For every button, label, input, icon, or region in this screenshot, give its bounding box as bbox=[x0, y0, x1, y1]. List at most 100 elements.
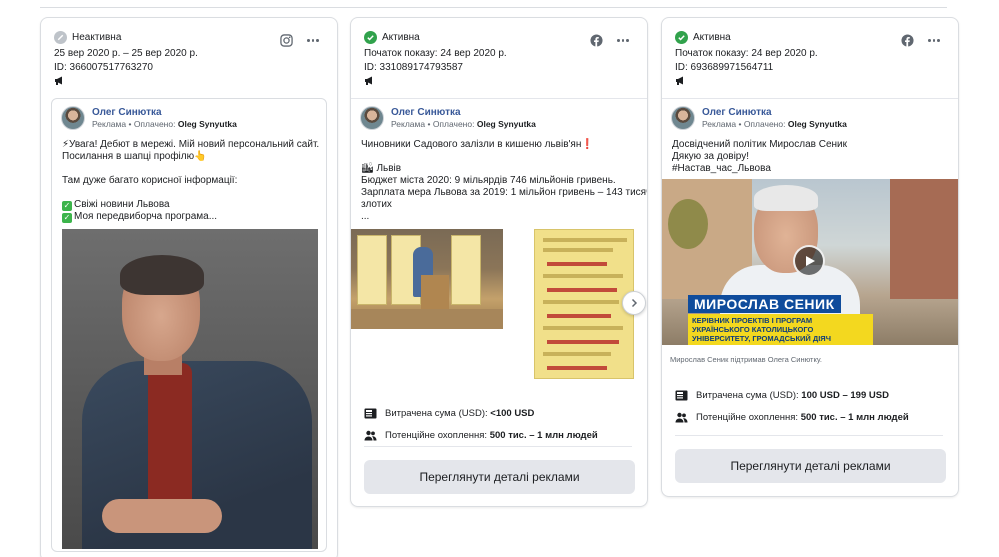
carousel-image-1[interactable] bbox=[351, 229, 503, 329]
view-ad-details-button[interactable]: Переглянути деталі реклами bbox=[675, 449, 946, 483]
ad-text-line: ⚡Увага! Дебют в мережі. Мій новий персон… bbox=[62, 139, 320, 150]
ad-text-line: Там дуже багато корисної інформації: bbox=[62, 175, 238, 186]
play-icon bbox=[806, 256, 815, 266]
ad-id: ID: 693689971564711 bbox=[675, 62, 774, 73]
page-name-link[interactable]: Олег Синютка bbox=[391, 107, 536, 119]
avatar[interactable] bbox=[671, 106, 695, 130]
megaphone-icon bbox=[676, 76, 683, 85]
money-icon bbox=[364, 408, 377, 418]
checkmark-icon: ✓ bbox=[62, 213, 72, 223]
reach-label: Потенційне охоплення: bbox=[385, 429, 488, 441]
payer-name: Oleg Synyutka bbox=[476, 118, 536, 129]
payer-name: Oleg Synyutka bbox=[177, 118, 237, 129]
status-row: Активна bbox=[364, 31, 420, 44]
more-options-icon[interactable] bbox=[928, 39, 941, 43]
active-status-icon bbox=[675, 31, 688, 44]
paid-by-label: Оплачено: bbox=[432, 118, 475, 129]
checkmark-icon: ✓ bbox=[62, 201, 72, 211]
status-label: Активна bbox=[693, 32, 731, 43]
ad-preview: Олег Синютка Реклама • Оплачено: Oleg Sy… bbox=[351, 98, 648, 388]
paid-by-label: Оплачено: bbox=[743, 118, 786, 129]
avatar[interactable] bbox=[360, 106, 384, 130]
page-header: Олег Синютка Реклама • Оплачено: Oleg Sy… bbox=[360, 106, 536, 130]
more-options-icon[interactable] bbox=[617, 39, 630, 43]
ad-stats: Витрачена сума (USD): 100 USD – 199 USD … bbox=[675, 384, 909, 428]
checklist-item: ✓ Свіжі новини Львова bbox=[62, 199, 318, 211]
spend-value: 100 USD – 199 USD bbox=[801, 389, 889, 401]
ad-video[interactable]: МИРОСЛАВ СЕНИК КЕРІВНИК ПРОЕКТІВ І ПРОГР… bbox=[662, 179, 958, 345]
ad-text: ⚡Увага! Дебют в мережі. Мій новий персон… bbox=[62, 139, 320, 223]
ad-card-3: Активна Початок показу: 24 вер 2020 р. I… bbox=[661, 17, 959, 497]
page-header: Олег Синютка Реклама • Оплачено: Oleg Sy… bbox=[61, 106, 237, 130]
divider bbox=[364, 446, 632, 447]
more-options-icon[interactable] bbox=[307, 39, 320, 43]
facebook-icon bbox=[901, 34, 914, 47]
spend-label: Витрачена сума (USD): bbox=[385, 407, 488, 419]
ad-text-line: ... bbox=[361, 211, 370, 222]
ad-id: ID: 331089174793587 bbox=[364, 62, 463, 73]
ad-stats: Витрачена сума (USD): <100 USD Потенційн… bbox=[364, 402, 598, 446]
page-name-link[interactable]: Олег Синютка bbox=[92, 107, 237, 119]
sponsored-line: Реклама • Оплачено: Oleg Synyutka bbox=[702, 118, 847, 129]
ad-text-line: Досвідчений політик Мирослав Сеник bbox=[672, 139, 847, 150]
ad-card-1: Неактивна 25 вер 2020 р. – 25 вер 2020 р… bbox=[40, 17, 338, 557]
reach-row: Потенційне охоплення: 500 тис. – 1 млн л… bbox=[364, 424, 598, 446]
video-banner: МИРОСЛАВ СЕНИК КЕРІВНИК ПРОЕКТІВ І ПРОГР… bbox=[688, 295, 873, 345]
facebook-icon bbox=[590, 34, 603, 47]
divider bbox=[675, 435, 943, 436]
carousel-next-button[interactable] bbox=[622, 291, 646, 315]
video-caption: Мирослав Сеник підтримав Олега Синютку. bbox=[670, 355, 822, 364]
spend-row: Витрачена сума (USD): <100 USD bbox=[364, 402, 598, 424]
checklist-item: ✓ Моя передвиборча програма... bbox=[62, 211, 318, 223]
megaphone-icon bbox=[365, 76, 372, 85]
status-row: Активна bbox=[675, 31, 731, 44]
ad-dates: Початок показу: 24 вер 2020 р. bbox=[364, 48, 507, 59]
people-icon bbox=[675, 412, 688, 422]
avatar[interactable] bbox=[61, 106, 85, 130]
status-label: Неактивна bbox=[72, 32, 122, 43]
page-name-link[interactable]: Олег Синютка bbox=[702, 107, 847, 119]
payer-name: Oleg Synyutka bbox=[787, 118, 847, 129]
ad-card-2: Активна Початок показу: 24 вер 2020 р. I… bbox=[350, 17, 648, 507]
active-status-icon bbox=[364, 31, 377, 44]
ad-text-line: 🏙 Львів bbox=[361, 163, 402, 174]
video-banner-name: МИРОСЛАВ СЕНИК bbox=[688, 295, 841, 313]
status-row: Неактивна bbox=[54, 31, 121, 44]
view-ad-details-button[interactable]: Переглянути деталі реклами bbox=[364, 460, 635, 494]
checklist-text: Моя передвиборча програма... bbox=[74, 211, 218, 222]
carousel-image-2[interactable] bbox=[534, 229, 634, 379]
people-icon bbox=[364, 430, 377, 440]
megaphone-icon bbox=[55, 76, 62, 85]
sponsored-label: Реклама bbox=[92, 118, 127, 129]
top-divider bbox=[40, 7, 947, 8]
spend-row: Витрачена сума (USD): 100 USD – 199 USD bbox=[675, 384, 909, 406]
ad-id: ID: 366007517763270 bbox=[54, 62, 153, 73]
ad-dates: 25 вер 2020 р. – 25 вер 2020 р. bbox=[54, 48, 198, 59]
sponsored-line: Реклама • Оплачено: Oleg Synyutka bbox=[92, 118, 237, 129]
sponsored-label: Реклама bbox=[391, 118, 426, 129]
reach-label: Потенційне охоплення: bbox=[696, 411, 799, 423]
ad-text-line: Посилання в шапці профілю👆 bbox=[62, 151, 207, 162]
checklist-text: Свіжі новини Львова bbox=[74, 199, 170, 210]
reach-row: Потенційне охоплення: 500 тис. – 1 млн л… bbox=[675, 406, 909, 428]
sponsored-line: Реклама • Оплачено: Oleg Synyutka bbox=[391, 118, 536, 129]
reach-value: 500 тис. – 1 млн людей bbox=[489, 429, 598, 441]
spend-value: <100 USD bbox=[490, 407, 535, 419]
ad-preview: Олег Синютка Реклама • Оплачено: Oleg Sy… bbox=[51, 98, 327, 552]
instagram-icon bbox=[280, 34, 293, 47]
ad-text-line: Бюджет міста 2020: 9 мільярдів 746 мільй… bbox=[361, 175, 616, 186]
status-label: Активна bbox=[382, 32, 420, 43]
sponsored-label: Реклама bbox=[702, 118, 737, 129]
ad-text: Чиновники Садового залізли в кишеню льві… bbox=[361, 139, 648, 223]
paid-by-label: Оплачено: bbox=[133, 118, 176, 129]
ad-text-line: Зарплата мера Львова за 2019: 1 мільйон … bbox=[361, 187, 648, 198]
play-button[interactable] bbox=[793, 245, 825, 277]
ad-text-line: злотих bbox=[361, 199, 392, 210]
money-icon bbox=[675, 390, 688, 400]
inactive-status-icon bbox=[54, 31, 67, 44]
ad-text: Досвідчений політик Мирослав Сеник Дякую… bbox=[672, 139, 928, 175]
ad-text-line: Дякую за довіру! bbox=[672, 151, 750, 162]
ad-text-line: #Настав_час_Львова bbox=[672, 163, 771, 174]
ad-image-portrait[interactable] bbox=[62, 229, 318, 549]
page-header: Олег Синютка Реклама • Оплачено: Oleg Sy… bbox=[671, 106, 847, 130]
